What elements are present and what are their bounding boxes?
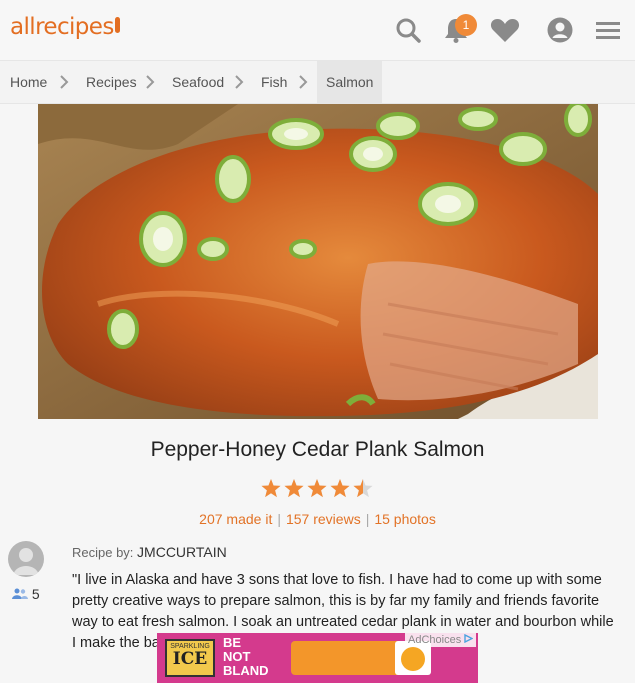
recipe-stats: 207 made it | 157 reviews | 15 photos (0, 511, 635, 527)
adchoices-label[interactable]: AdChoices (405, 633, 477, 647)
chevron-right-icon (146, 75, 155, 89)
breadcrumb-seafood[interactable]: Seafood (172, 61, 224, 103)
byline-label: Recipe by: (72, 545, 134, 560)
top-navigation-bar: allrecipes 1 (0, 0, 635, 60)
ad-slogan-line: BE (223, 635, 242, 650)
author-avatar[interactable] (8, 541, 44, 577)
allrecipes-logo[interactable]: allrecipes (10, 14, 120, 40)
notification-badge: 1 (455, 14, 477, 36)
breadcrumb-recipes[interactable]: Recipes (86, 61, 137, 103)
recipe-title: Pepper-Honey Cedar Plank Salmon (150, 438, 485, 461)
chevron-right-icon (235, 75, 244, 89)
chevron-right-icon (299, 75, 308, 89)
chevron-right-icon (60, 75, 69, 89)
star-filled (330, 479, 350, 498)
adchoices-text: AdChoices (408, 634, 462, 646)
ad-slogan-line: BLAND (223, 663, 269, 678)
menu-icon[interactable] (595, 16, 621, 44)
photos-link[interactable]: 15 photos (374, 511, 436, 527)
ad-brand: ICE (172, 649, 208, 669)
adchoices-icon (464, 633, 474, 644)
star-filled (307, 479, 327, 498)
breadcrumb-fish[interactable]: Fish (261, 61, 287, 103)
separator: | (365, 511, 370, 527)
logo-text: allrecipes (10, 14, 114, 40)
star-filled (284, 479, 304, 498)
made-it-link[interactable]: 207 made it (199, 511, 272, 527)
author-name[interactable]: JMCCURTAIN (137, 544, 227, 560)
user-icon (13, 548, 39, 575)
star-filled (261, 479, 281, 498)
ad-slogan: BE NOT BLAND (223, 636, 269, 678)
separator: | (277, 511, 281, 527)
user-icon[interactable] (546, 16, 574, 44)
ad-brand-logo: SPARKLING ICE (165, 639, 215, 677)
breadcrumb-salmon[interactable]: Salmon (317, 61, 383, 103)
followers-count[interactable]: 5 (12, 586, 40, 602)
rating-stars[interactable] (260, 478, 375, 500)
reviews-link[interactable]: 157 reviews (286, 511, 361, 527)
followers-icon (12, 588, 28, 599)
recipe-photo[interactable] (38, 104, 598, 419)
ad-bottle-image (291, 641, 411, 675)
followers-number: 5 (31, 586, 40, 602)
recipe-byline: Recipe by: JMCCURTAIN (72, 544, 227, 560)
heart-icon[interactable] (489, 16, 521, 44)
spoon-icon (114, 17, 120, 33)
search-icon[interactable] (394, 16, 422, 44)
breadcrumb: Home Recipes Seafood Fish Salmon (0, 60, 635, 104)
breadcrumb-home[interactable]: Home (10, 61, 47, 103)
salmon-photo-illustration (38, 104, 598, 419)
ad-slogan-line: NOT (223, 649, 251, 664)
